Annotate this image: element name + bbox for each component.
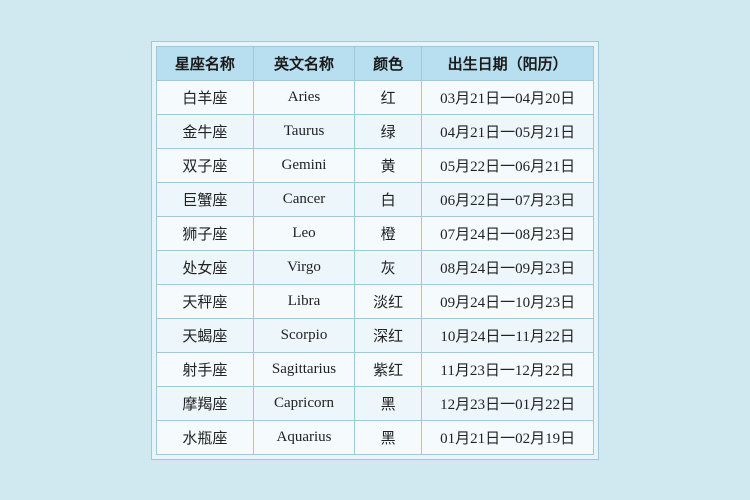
cell-english-name: Sagittarius (253, 352, 354, 386)
table-row: 摩羯座Capricorn黑12月23日一01月22日 (156, 386, 593, 420)
cell-dates: 05月22日一06月21日 (422, 148, 594, 182)
cell-english-name: Capricorn (253, 386, 354, 420)
cell-chinese-name: 天秤座 (156, 284, 253, 318)
cell-chinese-name: 金牛座 (156, 114, 253, 148)
table-row: 处女座Virgo灰08月24日一09月23日 (156, 250, 593, 284)
cell-dates: 09月24日一10月23日 (422, 284, 594, 318)
cell-dates: 03月21日一04月20日 (422, 80, 594, 114)
cell-dates: 04月21日一05月21日 (422, 114, 594, 148)
table-row: 巨蟹座Cancer白06月22日一07月23日 (156, 182, 593, 216)
table-row: 天蝎座Scorpio深红10月24日一11月22日 (156, 318, 593, 352)
zodiac-table: 星座名称 英文名称 颜色 出生日期（阳历） 白羊座Aries红03月21日一04… (156, 46, 594, 455)
table-header-row: 星座名称 英文名称 颜色 出生日期（阳历） (156, 46, 593, 80)
cell-color: 灰 (355, 250, 422, 284)
cell-color: 黄 (355, 148, 422, 182)
cell-chinese-name: 白羊座 (156, 80, 253, 114)
header-english-name: 英文名称 (253, 46, 354, 80)
cell-chinese-name: 巨蟹座 (156, 182, 253, 216)
cell-chinese-name: 射手座 (156, 352, 253, 386)
cell-english-name: Virgo (253, 250, 354, 284)
cell-dates: 06月22日一07月23日 (422, 182, 594, 216)
cell-color: 紫红 (355, 352, 422, 386)
cell-dates: 12月23日一01月22日 (422, 386, 594, 420)
cell-color: 黑 (355, 420, 422, 454)
cell-color: 橙 (355, 216, 422, 250)
cell-dates: 08月24日一09月23日 (422, 250, 594, 284)
cell-english-name: Scorpio (253, 318, 354, 352)
cell-dates: 01月21日一02月19日 (422, 420, 594, 454)
cell-english-name: Aquarius (253, 420, 354, 454)
cell-dates: 07月24日一08月23日 (422, 216, 594, 250)
header-color: 颜色 (355, 46, 422, 80)
cell-chinese-name: 天蝎座 (156, 318, 253, 352)
cell-dates: 10月24日一11月22日 (422, 318, 594, 352)
table-row: 狮子座Leo橙07月24日一08月23日 (156, 216, 593, 250)
table-row: 双子座Gemini黄05月22日一06月21日 (156, 148, 593, 182)
table-row: 射手座Sagittarius紫红11月23日一12月22日 (156, 352, 593, 386)
header-chinese-name: 星座名称 (156, 46, 253, 80)
cell-chinese-name: 双子座 (156, 148, 253, 182)
cell-chinese-name: 摩羯座 (156, 386, 253, 420)
cell-chinese-name: 处女座 (156, 250, 253, 284)
cell-english-name: Leo (253, 216, 354, 250)
table-row: 水瓶座Aquarius黑01月21日一02月19日 (156, 420, 593, 454)
cell-color: 绿 (355, 114, 422, 148)
cell-color: 淡红 (355, 284, 422, 318)
cell-english-name: Libra (253, 284, 354, 318)
table-row: 天秤座Libra淡红09月24日一10月23日 (156, 284, 593, 318)
zodiac-table-container: 星座名称 英文名称 颜色 出生日期（阳历） 白羊座Aries红03月21日一04… (151, 41, 599, 460)
cell-chinese-name: 狮子座 (156, 216, 253, 250)
cell-english-name: Taurus (253, 114, 354, 148)
cell-english-name: Aries (253, 80, 354, 114)
cell-color: 白 (355, 182, 422, 216)
cell-color: 黑 (355, 386, 422, 420)
cell-chinese-name: 水瓶座 (156, 420, 253, 454)
cell-english-name: Gemini (253, 148, 354, 182)
cell-color: 红 (355, 80, 422, 114)
table-row: 金牛座Taurus绿04月21日一05月21日 (156, 114, 593, 148)
table-row: 白羊座Aries红03月21日一04月20日 (156, 80, 593, 114)
cell-dates: 11月23日一12月22日 (422, 352, 594, 386)
cell-color: 深红 (355, 318, 422, 352)
cell-english-name: Cancer (253, 182, 354, 216)
header-dates: 出生日期（阳历） (422, 46, 594, 80)
